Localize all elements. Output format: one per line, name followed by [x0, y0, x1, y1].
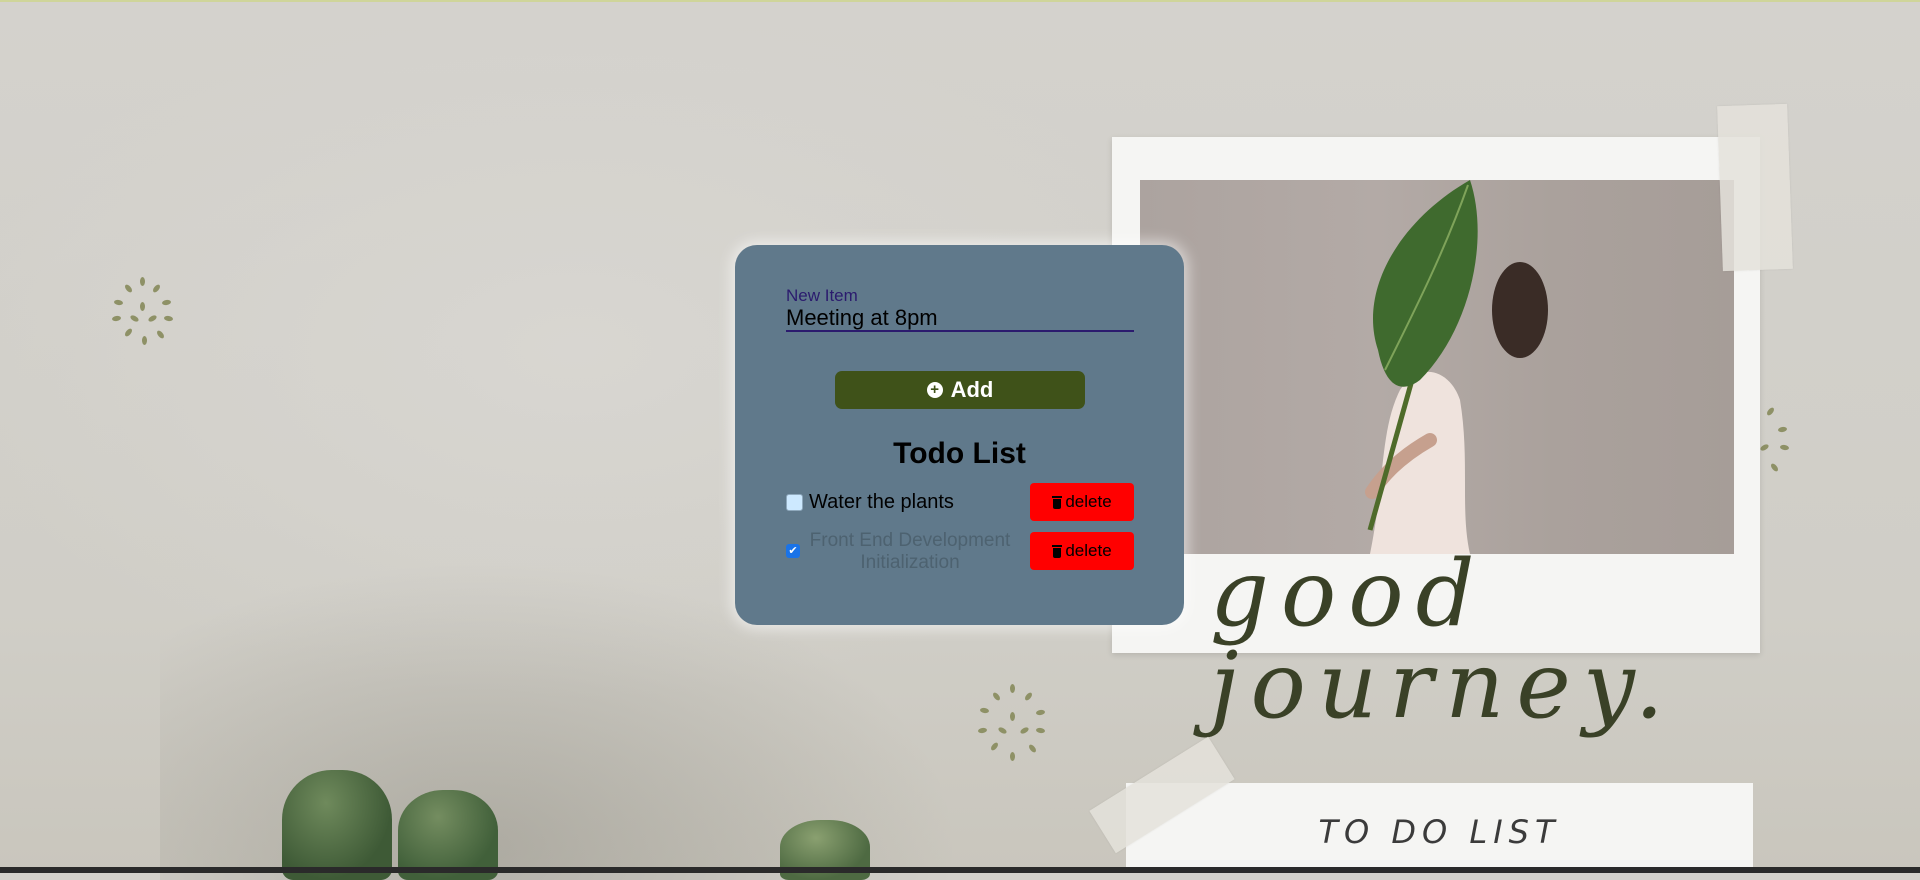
- list-item: Water the plants delete: [786, 483, 1134, 523]
- bottom-edge: [0, 867, 1920, 873]
- delete-button[interactable]: delete: [1030, 532, 1134, 570]
- new-item-field: New Item: [786, 286, 1134, 332]
- top-border: [0, 0, 1920, 2]
- new-item-label: New Item: [786, 286, 858, 305]
- new-item-input[interactable]: [786, 306, 1134, 330]
- trash-icon: [1052, 544, 1063, 558]
- delete-button-label: delete: [1065, 492, 1112, 511]
- cactus-decoration: [282, 770, 392, 880]
- todo-card-title: TO DO LIST: [1318, 813, 1561, 851]
- item-checkbox-checked[interactable]: ✔: [786, 544, 800, 558]
- todo-app-panel: New Item + Add Todo List Water the plant…: [735, 245, 1184, 625]
- item-text: Water the plants: [809, 491, 954, 513]
- script-caption: good journey.: [1210, 540, 1676, 739]
- sparkle-decoration-left: [110, 272, 180, 352]
- list-item: ✔ Front End Development Initialization d…: [786, 530, 1134, 573]
- todo-card: TO DO LIST: [1126, 783, 1753, 873]
- add-button[interactable]: + Add: [835, 371, 1085, 409]
- item-checkbox[interactable]: [786, 494, 803, 511]
- plus-circle-icon: +: [926, 382, 943, 398]
- sparkle-decoration-bottom: [976, 680, 1052, 766]
- photo-woman-with-leaf: [1140, 180, 1734, 554]
- list-title: Todo List: [893, 437, 1026, 470]
- item-text: Front End Development Initialization: [809, 530, 1011, 573]
- tape-decoration: [1717, 103, 1793, 272]
- delete-button-label: delete: [1065, 541, 1112, 560]
- add-button-label: Add: [950, 377, 994, 402]
- delete-button[interactable]: delete: [1030, 483, 1134, 521]
- trash-icon: [1052, 495, 1063, 509]
